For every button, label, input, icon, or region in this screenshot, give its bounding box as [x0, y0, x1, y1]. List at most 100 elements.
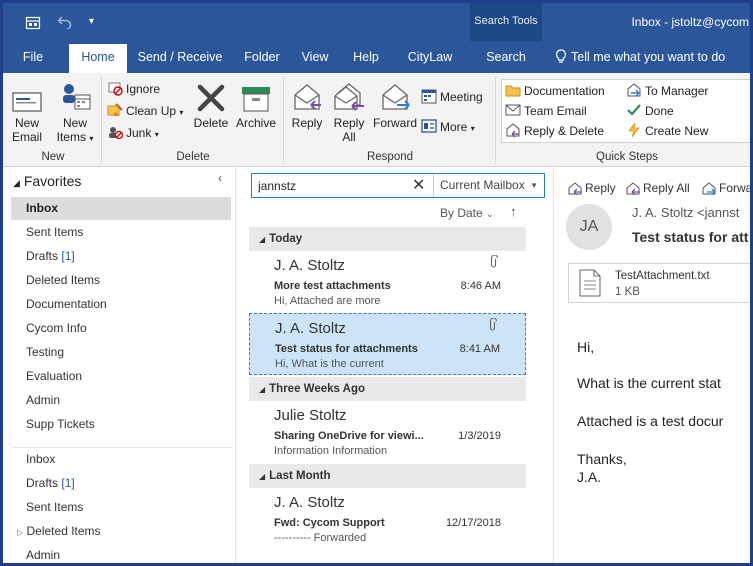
message-item-selected[interactable]: J. A. Stoltz Test status for attachments… [249, 313, 526, 375]
message-sender: J. A. Stoltz [274, 257, 345, 274]
expand-arrow-icon[interactable]: ▷ [17, 528, 23, 537]
message-preview: ---------- Forwarded [274, 532, 367, 544]
customize-qat-icon[interactable]: ▾ [89, 16, 94, 27]
mailbox-drafts[interactable]: Drafts [1] [11, 472, 231, 495]
quickstep-team-email[interactable]: Team Email [505, 101, 587, 121]
unread-count: [1] [61, 249, 75, 263]
send-receive-all-icon[interactable] [25, 15, 41, 34]
favorite-evaluation[interactable]: Evaluation [11, 365, 231, 388]
delete-button[interactable]: Delete [191, 77, 231, 130]
junk-button[interactable]: Junk ▾ [107, 123, 159, 143]
tab-home[interactable]: Home [69, 44, 127, 73]
message-from: J. A. Stoltz <jannst [632, 205, 740, 220]
tab-search[interactable]: Search [473, 41, 539, 73]
attachment-card[interactable]: TestAttachment.txt 1 KB [568, 263, 753, 303]
delete-x-icon [197, 84, 225, 112]
new-email-button[interactable]: New Email [9, 77, 45, 144]
favorite-supp-tickets[interactable]: Supp Tickets [11, 413, 231, 436]
favorites-header[interactable]: ◢ Favorites [13, 173, 81, 189]
favorite-sent-items[interactable]: Sent Items [11, 221, 231, 244]
favorite-deleted-items[interactable]: Deleted Items [11, 269, 231, 292]
tab-file[interactable]: File [11, 41, 55, 73]
archive-label: Archive [235, 116, 276, 130]
tab-citylaw[interactable]: CityLaw [401, 41, 459, 73]
favorite-drafts[interactable]: Drafts [1] [11, 245, 231, 268]
mailbox-deleted-items[interactable]: ▷ Deleted Items [11, 520, 231, 543]
tab-send-receive[interactable]: Send / Receive [135, 41, 225, 73]
search-scope-dropdown[interactable]: Current Mailbox ▼ [433, 174, 544, 197]
mailbox-admin[interactable]: Admin [11, 544, 231, 563]
forward-label: Forward [372, 116, 417, 130]
reading-reply-all-button[interactable]: Reply All [626, 181, 690, 196]
avatar: JA [566, 204, 612, 250]
to-manager-icon [627, 83, 641, 97]
quickstep-reply-delete[interactable]: Reply & Delete [505, 121, 604, 141]
team-email-icon [505, 104, 521, 116]
more-respond-button[interactable]: More ▾ [421, 117, 475, 137]
ribbon-separator [101, 77, 102, 163]
favorite-inbox[interactable]: Inbox [11, 197, 231, 220]
group-label-delete: Delete [176, 151, 210, 163]
search-input[interactable] [258, 177, 398, 194]
folder-label: Testing [26, 345, 65, 359]
quickstep-to-manager[interactable]: To Manager [626, 81, 708, 101]
folder-label: Deleted Items [26, 273, 101, 287]
reply-button[interactable]: Reply [287, 77, 327, 130]
reply-label: Reply [291, 116, 323, 130]
mailbox-sent-items[interactable]: Sent Items [11, 496, 231, 519]
message-preview: Information Information [274, 445, 388, 457]
tab-view[interactable]: View [295, 41, 335, 73]
quickstep-create-new[interactable]: Create New [626, 121, 708, 141]
reading-reply-button[interactable]: Reply [568, 181, 616, 196]
quickstep-done[interactable]: Done [626, 101, 674, 121]
reply-all-icon [334, 83, 364, 111]
message-preview: Hi, What is the current [275, 358, 384, 370]
favorite-testing[interactable]: Testing [11, 341, 231, 364]
forward-icon [382, 84, 410, 110]
quickstep-documentation[interactable]: Documentation [505, 81, 605, 101]
group-header-three-weeks-ago[interactable]: ◢ Three Weeks Ago [249, 377, 526, 401]
checkmark-icon [627, 104, 641, 116]
favorite-documentation[interactable]: Documentation [11, 293, 231, 316]
group-header-today[interactable]: ◢ Today [249, 227, 526, 251]
folder-label: Sent Items [26, 500, 84, 514]
message-sender: J. A. Stoltz [275, 320, 346, 337]
tell-me-label: Tell me what you want to do [571, 50, 726, 64]
unread-count: [1] [61, 476, 75, 490]
favorite-admin[interactable]: Admin [11, 389, 231, 412]
message-item[interactable]: J. A. Stoltz More test attachments 8:46 … [249, 251, 526, 313]
lightbulb-icon [555, 49, 567, 63]
reading-forward-button[interactable]: Forwa [702, 181, 752, 196]
group-header-last-month[interactable]: ◢ Last Month [249, 464, 526, 488]
forward-button[interactable]: Forward [371, 77, 419, 130]
favorite-cycom-info[interactable]: Cycom Info [11, 317, 231, 340]
delete-label: Delete [193, 116, 229, 130]
tab-help[interactable]: Help [346, 41, 386, 73]
reply-all-button[interactable]: Reply All [329, 77, 369, 144]
message-time: 1/3/2019 [458, 430, 501, 442]
paperclip-icon [489, 254, 499, 272]
clear-search-icon[interactable]: ✕ [412, 175, 425, 195]
sort-by-dropdown[interactable]: By Date ⌄ [440, 206, 494, 220]
message-item[interactable]: J. A. Stoltz Fwd: Cycom Support 12/17/20… [249, 488, 526, 550]
paperclip-icon [488, 317, 498, 335]
clean-up-button[interactable]: Clean Up ▾ [107, 101, 183, 121]
search-tools-label: Search Tools [474, 15, 538, 27]
ignore-button[interactable]: Ignore [107, 79, 160, 99]
message-body-line: Hi, [577, 339, 595, 355]
folder-label: Documentation [26, 297, 107, 311]
message-item[interactable]: Julie Stoltz Sharing OneDrive for viewi.… [249, 401, 526, 463]
archive-button[interactable]: Archive [233, 77, 279, 130]
tell-me-box[interactable]: Tell me what you want to do [555, 41, 725, 73]
quickstep-create-new-label: Create New [645, 124, 709, 138]
meeting-button[interactable]: Meeting [421, 87, 483, 107]
collapse-pane-icon[interactable]: ‹ [218, 171, 222, 185]
new-items-button[interactable]: New Items ▾ [53, 77, 97, 146]
outlook-window: ▾ Search Tools Inbox - jstoltz@cycom Fil… [3, 3, 753, 563]
mailbox-inbox[interactable]: Inbox [11, 448, 231, 471]
message-sender: J. A. Stoltz [274, 494, 345, 511]
arrow-up-icon[interactable]: ↑ [510, 204, 517, 219]
tab-folder[interactable]: Folder [237, 41, 287, 73]
undo-icon[interactable] [57, 15, 73, 32]
folder-label: Supp Tickets [26, 417, 95, 431]
